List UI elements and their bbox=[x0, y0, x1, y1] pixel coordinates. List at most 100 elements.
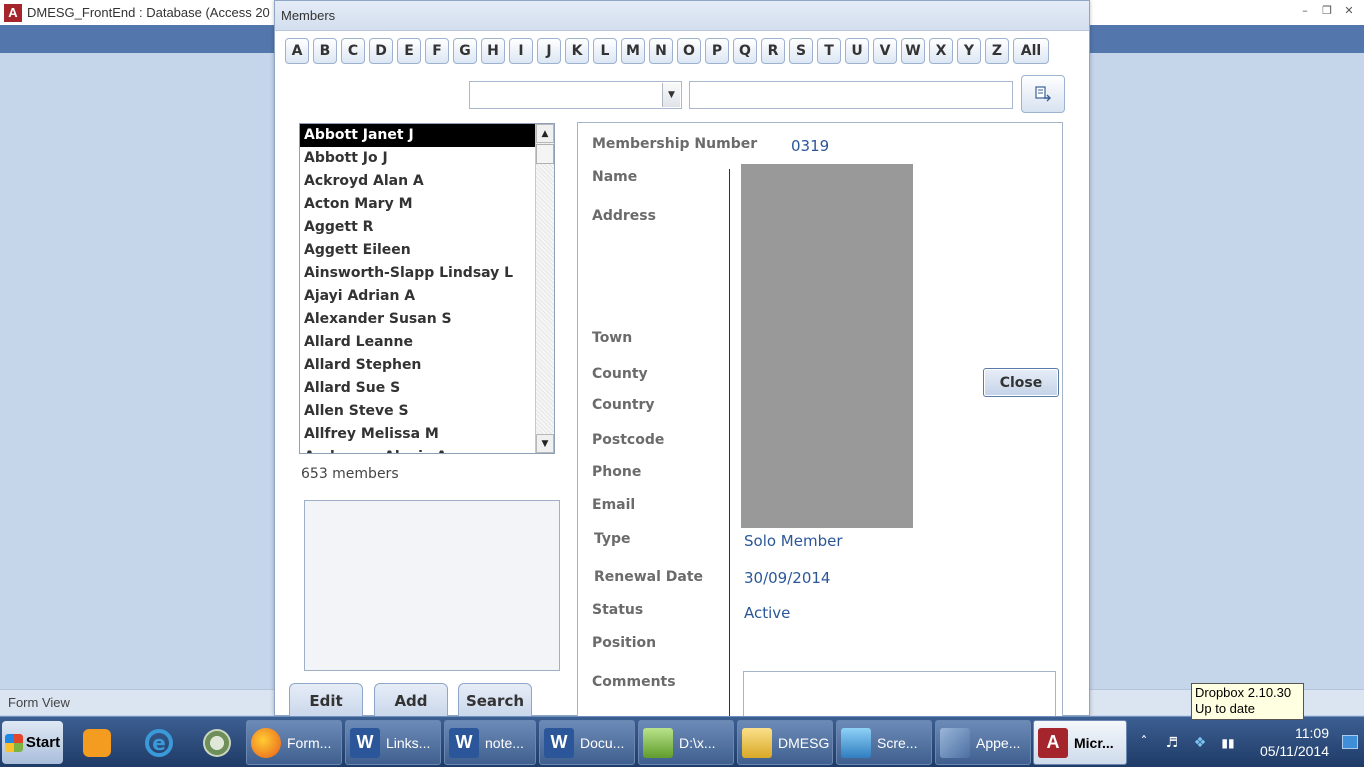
system-tray: ˆ ♬ ❖ ▮▮ 11:09 05/11/2014 bbox=[1133, 717, 1364, 767]
letter-button-all[interactable]: All bbox=[1013, 38, 1049, 64]
address-label: Address bbox=[592, 208, 656, 224]
letter-button-f[interactable]: F bbox=[425, 38, 449, 64]
find-button[interactable] bbox=[1021, 75, 1065, 113]
taskbar-item-word-document[interactable]: W Docu... bbox=[539, 720, 635, 765]
letter-button-d[interactable]: D bbox=[369, 38, 393, 64]
letter-button-j[interactable]: J bbox=[537, 38, 561, 64]
list-item[interactable]: Allen Steve S bbox=[300, 400, 535, 423]
letter-button-g[interactable]: G bbox=[453, 38, 477, 64]
list-item[interactable]: Alexander Susan S bbox=[300, 308, 535, 331]
letter-button-k[interactable]: K bbox=[565, 38, 589, 64]
notes-box[interactable] bbox=[304, 500, 560, 671]
media-player-icon[interactable] bbox=[77, 721, 117, 764]
redacted-block bbox=[741, 164, 913, 528]
list-item[interactable]: Ainsworth-Slapp Lindsay L bbox=[300, 262, 535, 285]
volume-icon[interactable]: ♬ bbox=[1161, 733, 1183, 753]
taskbar-item-word-links[interactable]: W Links... bbox=[345, 720, 441, 765]
close-icon[interactable]: ✕ bbox=[1342, 3, 1356, 17]
letter-button-l[interactable]: L bbox=[593, 38, 617, 64]
renewal-date-value: 30/09/2014 bbox=[744, 569, 831, 587]
status-text: Form View bbox=[8, 695, 70, 710]
letter-button-b[interactable]: B bbox=[313, 38, 337, 64]
clock-date: 05/11/2014 bbox=[1259, 743, 1329, 759]
letter-button-h[interactable]: H bbox=[481, 38, 505, 64]
list-item[interactable]: Anderson Alexis A bbox=[300, 446, 535, 453]
taskbar-item-label: Links... bbox=[386, 734, 431, 751]
network-signal-icon[interactable]: ▮▮ bbox=[1217, 733, 1239, 753]
status-value: Active bbox=[744, 604, 791, 622]
taskbar-item-word-notes[interactable]: W note... bbox=[444, 720, 536, 765]
list-scrollbar[interactable]: ▲ ▼ bbox=[535, 124, 554, 453]
search-field-combo[interactable]: ▼ bbox=[469, 81, 682, 109]
scroll-thumb[interactable] bbox=[536, 144, 554, 164]
minimize-icon[interactable]: – bbox=[1298, 3, 1312, 17]
type-label: Type bbox=[594, 531, 631, 547]
start-button[interactable]: Start bbox=[2, 721, 63, 764]
chevron-up-icon[interactable]: ˆ bbox=[1133, 733, 1155, 753]
scroll-down-icon[interactable]: ▼ bbox=[536, 434, 554, 453]
letter-button-e[interactable]: E bbox=[397, 38, 421, 64]
edit-button[interactable]: Edit bbox=[289, 683, 363, 719]
letter-button-n[interactable]: N bbox=[649, 38, 673, 64]
add-button[interactable]: Add bbox=[374, 683, 448, 719]
letter-button-q[interactable]: Q bbox=[733, 38, 757, 64]
letter-button-a[interactable]: A bbox=[285, 38, 309, 64]
list-item[interactable]: Allard Stephen bbox=[300, 354, 535, 377]
chevron-down-icon[interactable]: ▼ bbox=[662, 83, 680, 107]
letter-button-t[interactable]: T bbox=[817, 38, 841, 64]
letter-button-x[interactable]: X bbox=[929, 38, 953, 64]
dropbox-icon[interactable]: ❖ bbox=[1189, 733, 1211, 753]
taskbar-item-firefox[interactable]: Form... bbox=[246, 720, 342, 765]
list-item[interactable]: Aggett Eileen bbox=[300, 239, 535, 262]
search-input[interactable] bbox=[689, 81, 1013, 109]
county-label: County bbox=[592, 366, 648, 382]
close-button[interactable]: Close bbox=[983, 368, 1059, 397]
letter-button-p[interactable]: P bbox=[705, 38, 729, 64]
taskbar-item-label: DMESG bbox=[778, 734, 830, 751]
town-label: Town bbox=[592, 330, 633, 346]
email-label: Email bbox=[592, 497, 636, 513]
tooltip-line-2: Up to date bbox=[1195, 701, 1255, 716]
list-item[interactable]: Ackroyd Alan A bbox=[300, 170, 535, 193]
show-desktop-icon[interactable] bbox=[1342, 735, 1358, 749]
word-icon: W bbox=[350, 727, 380, 758]
letter-button-c[interactable]: C bbox=[341, 38, 365, 64]
list-item[interactable]: Allfrey Melissa M bbox=[300, 423, 535, 446]
letter-button-i[interactable]: I bbox=[509, 38, 533, 64]
letter-button-o[interactable]: O bbox=[677, 38, 701, 64]
taskbar-item-screen[interactable]: Scre... bbox=[836, 720, 932, 765]
position-label: Position bbox=[592, 635, 657, 651]
internet-explorer-icon[interactable]: e bbox=[139, 721, 179, 764]
taskbar-item-app[interactable]: Appe... bbox=[935, 720, 1031, 765]
list-item[interactable]: Ajayi Adrian A bbox=[300, 285, 535, 308]
taskbar-item-folder[interactable]: DMESG bbox=[737, 720, 833, 765]
list-item[interactable]: Allard Leanne bbox=[300, 331, 535, 354]
letter-button-u[interactable]: U bbox=[845, 38, 869, 64]
letter-button-z[interactable]: Z bbox=[985, 38, 1009, 64]
search-button[interactable]: Search bbox=[458, 683, 532, 719]
member-list[interactable]: Abbott Janet J Abbott Jo J Ackroyd Alan … bbox=[299, 123, 555, 454]
letter-button-y[interactable]: Y bbox=[957, 38, 981, 64]
taskbar-item-access[interactable]: A Micr... bbox=[1033, 720, 1127, 765]
list-item[interactable]: Aggett R bbox=[300, 216, 535, 239]
tooltip-line-1: Dropbox 2.10.30 bbox=[1195, 685, 1292, 700]
chrome-like-icon[interactable] bbox=[197, 721, 237, 764]
letter-button-m[interactable]: M bbox=[621, 38, 645, 64]
comments-label: Comments bbox=[592, 674, 676, 690]
letter-button-r[interactable]: R bbox=[761, 38, 785, 64]
clock[interactable]: 11:09 05/11/2014 bbox=[1251, 724, 1329, 760]
taskbar-item-notepad[interactable]: D:\x... bbox=[638, 720, 734, 765]
scroll-up-icon[interactable]: ▲ bbox=[536, 124, 554, 143]
restore-icon[interactable]: ❐ bbox=[1320, 3, 1334, 17]
letter-button-w[interactable]: W bbox=[901, 38, 925, 64]
list-item[interactable]: Allard Sue S bbox=[300, 377, 535, 400]
list-item[interactable]: Acton Mary M bbox=[300, 193, 535, 216]
clock-time: 11:09 bbox=[1295, 725, 1329, 741]
list-item[interactable]: Abbott Jo J bbox=[300, 147, 535, 170]
country-label: Country bbox=[592, 397, 655, 413]
letter-button-s[interactable]: S bbox=[789, 38, 813, 64]
list-item[interactable]: Abbott Janet J bbox=[300, 124, 535, 147]
taskbar-item-label: Appe... bbox=[976, 734, 1021, 751]
window-controls: – ❐ ✕ bbox=[1298, 3, 1356, 17]
letter-button-v[interactable]: V bbox=[873, 38, 897, 64]
